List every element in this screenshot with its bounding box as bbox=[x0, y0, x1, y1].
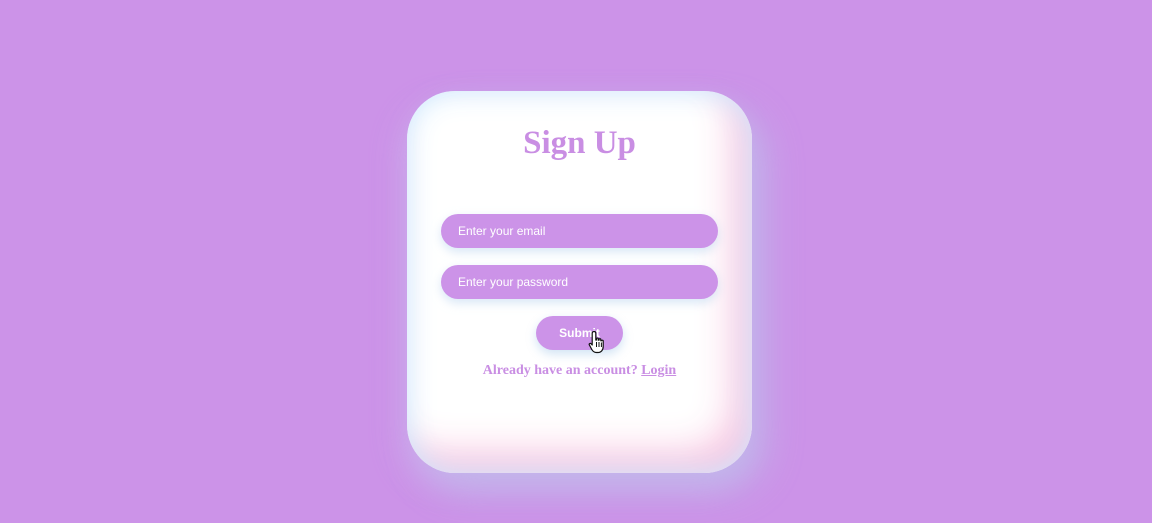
login-link[interactable]: Login bbox=[641, 363, 676, 378]
account-prompt-text: Already have an account? bbox=[482, 363, 638, 378]
password-input[interactable] bbox=[441, 265, 718, 299]
page-title: Sign Up bbox=[523, 125, 636, 161]
signup-card: Sign Up Submit Already have an account? … bbox=[407, 91, 752, 473]
email-input[interactable] bbox=[441, 214, 718, 248]
submit-button[interactable]: Submit bbox=[536, 316, 623, 350]
login-prompt: Already have an account? Login bbox=[407, 363, 752, 379]
